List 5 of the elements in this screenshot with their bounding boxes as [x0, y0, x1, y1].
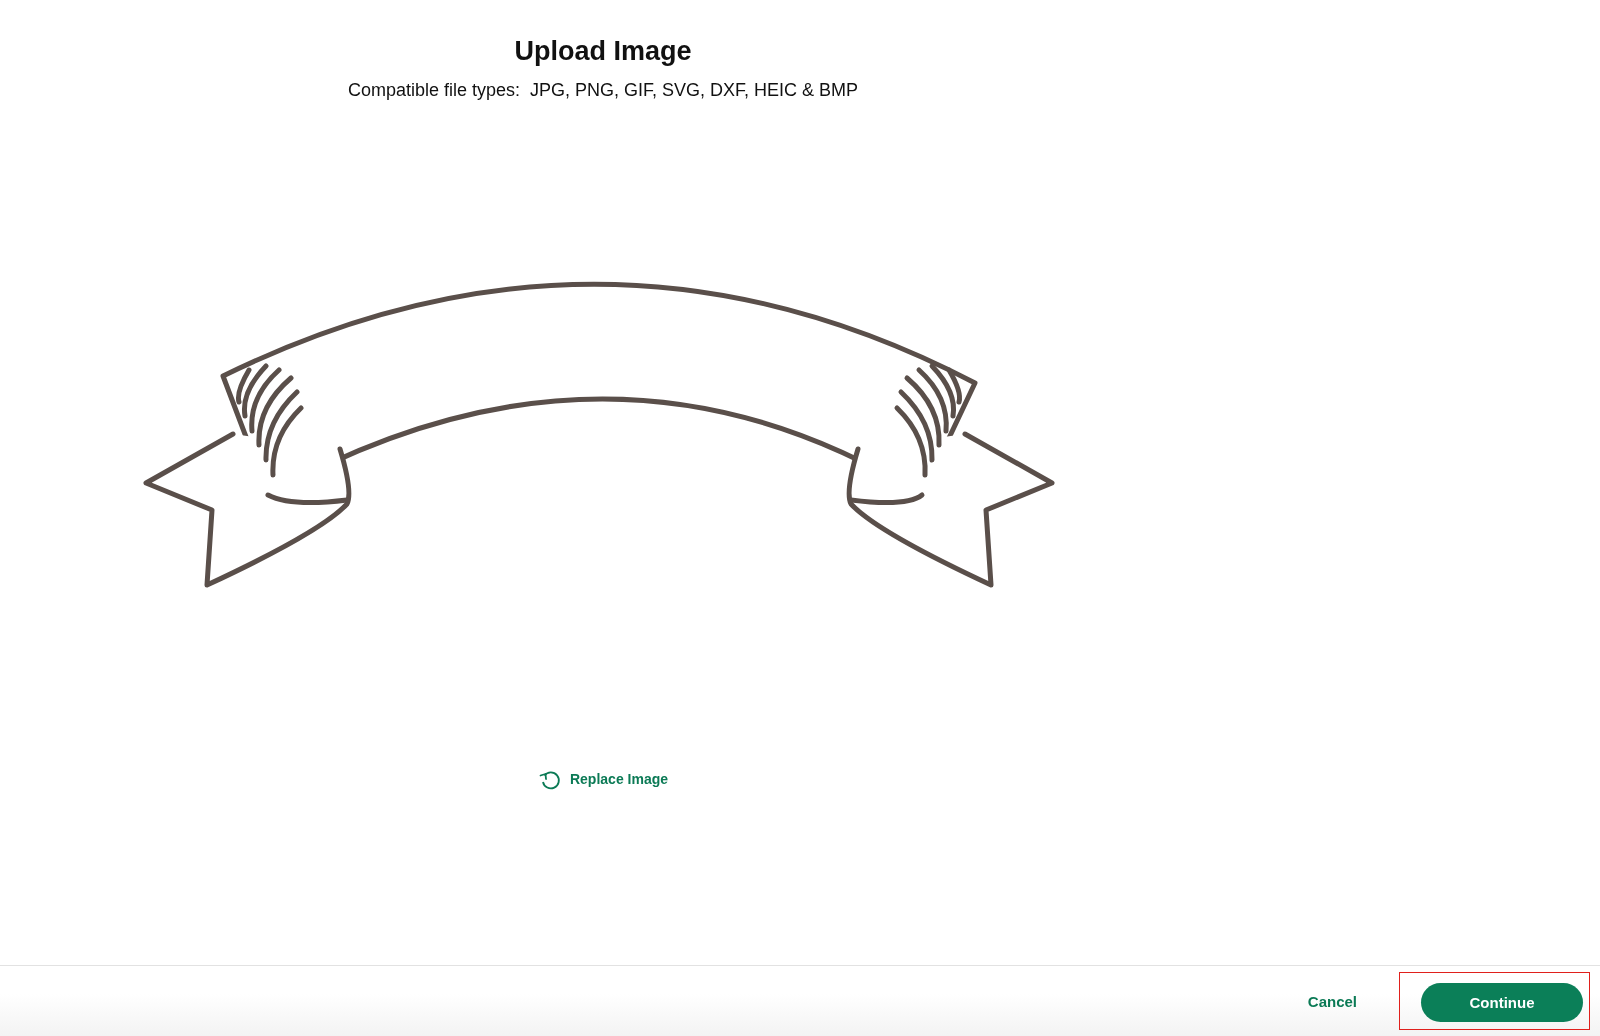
continue-button[interactable]: Continue: [1421, 983, 1583, 1022]
cancel-button[interactable]: Cancel: [1303, 986, 1361, 1016]
dialog-title: Upload Image: [514, 35, 692, 68]
file-types-text: Compatible file types: JPG, PNG, GIF, SVG, DXF, HEIC & BMP: [347, 80, 859, 101]
replace-image-link[interactable]: Replace Image: [537, 767, 669, 791]
